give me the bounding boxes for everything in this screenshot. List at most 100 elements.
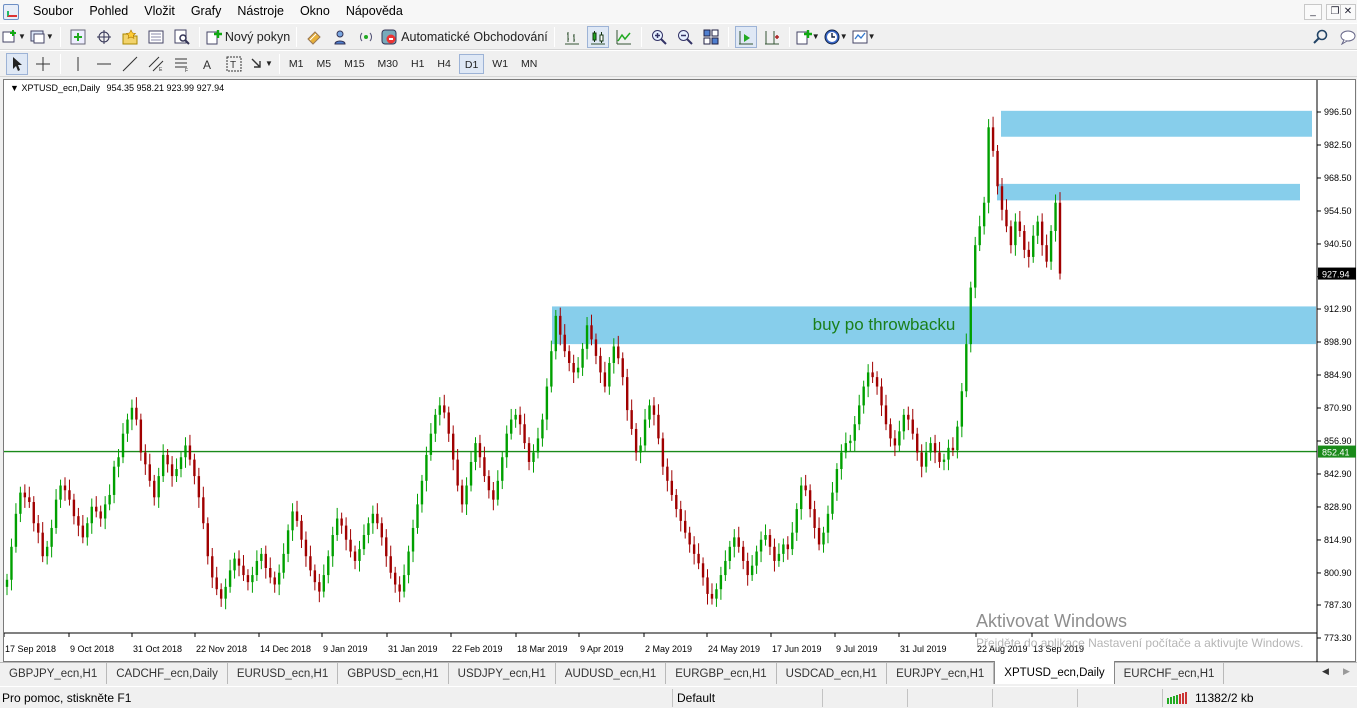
timeframe-mn[interactable]: MN: [516, 54, 542, 74]
market-watch-button[interactable]: [67, 26, 89, 48]
chart-annotation[interactable]: buy po throwbacku: [813, 315, 956, 334]
candle-body: [99, 511, 102, 519]
menu-2[interactable]: Pohled: [81, 0, 136, 23]
fibonacci-button[interactable]: F: [171, 53, 193, 75]
chart-tab[interactable]: EURJPY_ecn,H1: [887, 663, 995, 684]
menu-5[interactable]: Nástroje: [229, 0, 292, 23]
periods-button[interactable]: ▼: [824, 26, 848, 48]
menu-1[interactable]: Soubor: [25, 0, 81, 23]
vertical-line-button[interactable]: [67, 53, 89, 75]
equidistant-channel-button[interactable]: E: [145, 53, 167, 75]
timeframe-h4[interactable]: H4: [432, 54, 455, 74]
profiles-button[interactable]: ▼: [30, 26, 54, 48]
status-connection[interactable]: 11382/2 kb: [1162, 688, 1357, 707]
candle-body: [144, 452, 147, 465]
candle-body: [295, 511, 299, 521]
candle-body: [826, 513, 830, 533]
zoom-out-button[interactable]: [674, 26, 696, 48]
close-icon[interactable]: ✕: [1340, 4, 1356, 20]
search-button[interactable]: [1310, 26, 1332, 48]
templates-icon: [852, 30, 868, 43]
arrows-button[interactable]: ▼: [249, 53, 273, 75]
new-order-button[interactable]: Nový pokyn: [206, 26, 290, 48]
chart-tab[interactable]: USDCAD_ecn,H1: [777, 663, 888, 684]
timeframe-d1[interactable]: D1: [458, 53, 485, 74]
candle-body: [23, 492, 27, 498]
price-zone-rectangle[interactable]: [997, 183, 1300, 201]
candlestick-button[interactable]: [586, 25, 609, 48]
horizontal-line-button[interactable]: [93, 53, 115, 75]
candle-body: [380, 523, 383, 538]
cursor-button[interactable]: [6, 52, 28, 75]
menu-4[interactable]: Grafy: [183, 0, 230, 23]
timeframe-h1[interactable]: H1: [406, 54, 429, 74]
data-window-button[interactable]: [93, 26, 115, 48]
chat-button[interactable]: [1337, 26, 1357, 48]
indicators-icon: [796, 29, 812, 44]
candle-body: [411, 527, 415, 552]
timeframe-w1[interactable]: W1: [487, 54, 513, 74]
chart-tab[interactable]: GBPUSD_ecn,H1: [338, 663, 449, 684]
tabs-scroll-left-icon[interactable]: ◀: [1322, 666, 1329, 677]
chart-shift-button[interactable]: [761, 26, 783, 48]
signals-button[interactable]: [329, 26, 351, 48]
line-chart-button[interactable]: [613, 26, 635, 48]
chart-window[interactable]: ▼ XPTUSD_ecn,Daily 954.35 958.21 923.99 …: [3, 79, 1357, 663]
strategy-tester-button[interactable]: [171, 26, 193, 48]
auto-trading-button[interactable]: Automatické Obchodování: [381, 26, 548, 48]
chart-tab[interactable]: EURCHF_ecn,H1: [1115, 663, 1225, 684]
time-tick-label: 22 Feb 2019: [452, 644, 503, 654]
timeframe-m15[interactable]: M15: [339, 54, 369, 74]
new-chart-button[interactable]: ▼: [2, 26, 26, 48]
price-chart[interactable]: 852.41 buy po throwbacku 996.50 982.50 968…: [4, 80, 1357, 663]
minimize-icon[interactable]: _: [1304, 4, 1322, 20]
app-chart-icon[interactable]: [3, 3, 19, 20]
candle-body: [969, 287, 972, 345]
chart-tab[interactable]: AUDUSD_ecn,H1: [556, 663, 667, 684]
chart-tab[interactable]: CADCHF_ecn,Daily: [107, 663, 228, 684]
bar-chart-button[interactable]: [561, 26, 583, 48]
timeframe-m30[interactable]: M30: [373, 54, 403, 74]
price-zone-rectangle[interactable]: [1001, 110, 1312, 137]
candle-body: [541, 419, 544, 439]
crosshair-button[interactable]: [32, 53, 54, 75]
candle-body: [335, 518, 339, 536]
navigator-button[interactable]: [119, 26, 141, 48]
candle-body: [385, 537, 388, 557]
chart-tab[interactable]: EURUSD_ecn,H1: [228, 663, 339, 684]
candle-body: [1040, 221, 1044, 246]
indicators-button[interactable]: ▼: [796, 26, 820, 48]
menu-7[interactable]: Nápověda: [338, 0, 411, 23]
candle-body: [77, 516, 80, 526]
crosshair-icon: [36, 56, 50, 71]
candle-body: [425, 454, 428, 481]
chart-tab[interactable]: EURGBP_ecn,H1: [666, 663, 777, 684]
chart-tab[interactable]: USDJPY_ecn,H1: [449, 663, 556, 684]
separator: [727, 26, 729, 47]
tabs-scroll-right-icon[interactable]: ▶: [1343, 666, 1350, 677]
tile-windows-button[interactable]: [700, 26, 722, 48]
candle-body: [808, 490, 812, 510]
timeframe-m5[interactable]: M5: [312, 54, 337, 74]
trendline-button[interactable]: [119, 53, 141, 75]
candle-body: [161, 454, 165, 477]
chart-tab[interactable]: GBPJPY_ecn,H1: [0, 663, 108, 684]
auto-scroll-button[interactable]: [734, 25, 757, 48]
menu-3[interactable]: Vložit: [136, 0, 183, 23]
zoom-in-button[interactable]: [648, 26, 670, 48]
candle-body: [576, 367, 580, 373]
templates-button[interactable]: ▼: [852, 26, 876, 48]
menu-6[interactable]: Okno: [292, 0, 338, 23]
timeframe-m1[interactable]: M1: [284, 54, 309, 74]
chart-tab[interactable]: XPTUSD_ecn,Daily: [994, 661, 1115, 684]
candle-body: [942, 459, 946, 462]
metaeditor-button[interactable]: [303, 26, 325, 48]
text-label-button[interactable]: T: [223, 53, 245, 75]
vertical-line-icon: [77, 56, 79, 71]
candle-body: [567, 351, 571, 363]
market-button[interactable]: [355, 26, 377, 48]
text-button[interactable]: A: [197, 53, 219, 75]
candle-body: [340, 518, 343, 526]
terminal-button[interactable]: [145, 26, 167, 48]
candle-body: [371, 513, 375, 524]
